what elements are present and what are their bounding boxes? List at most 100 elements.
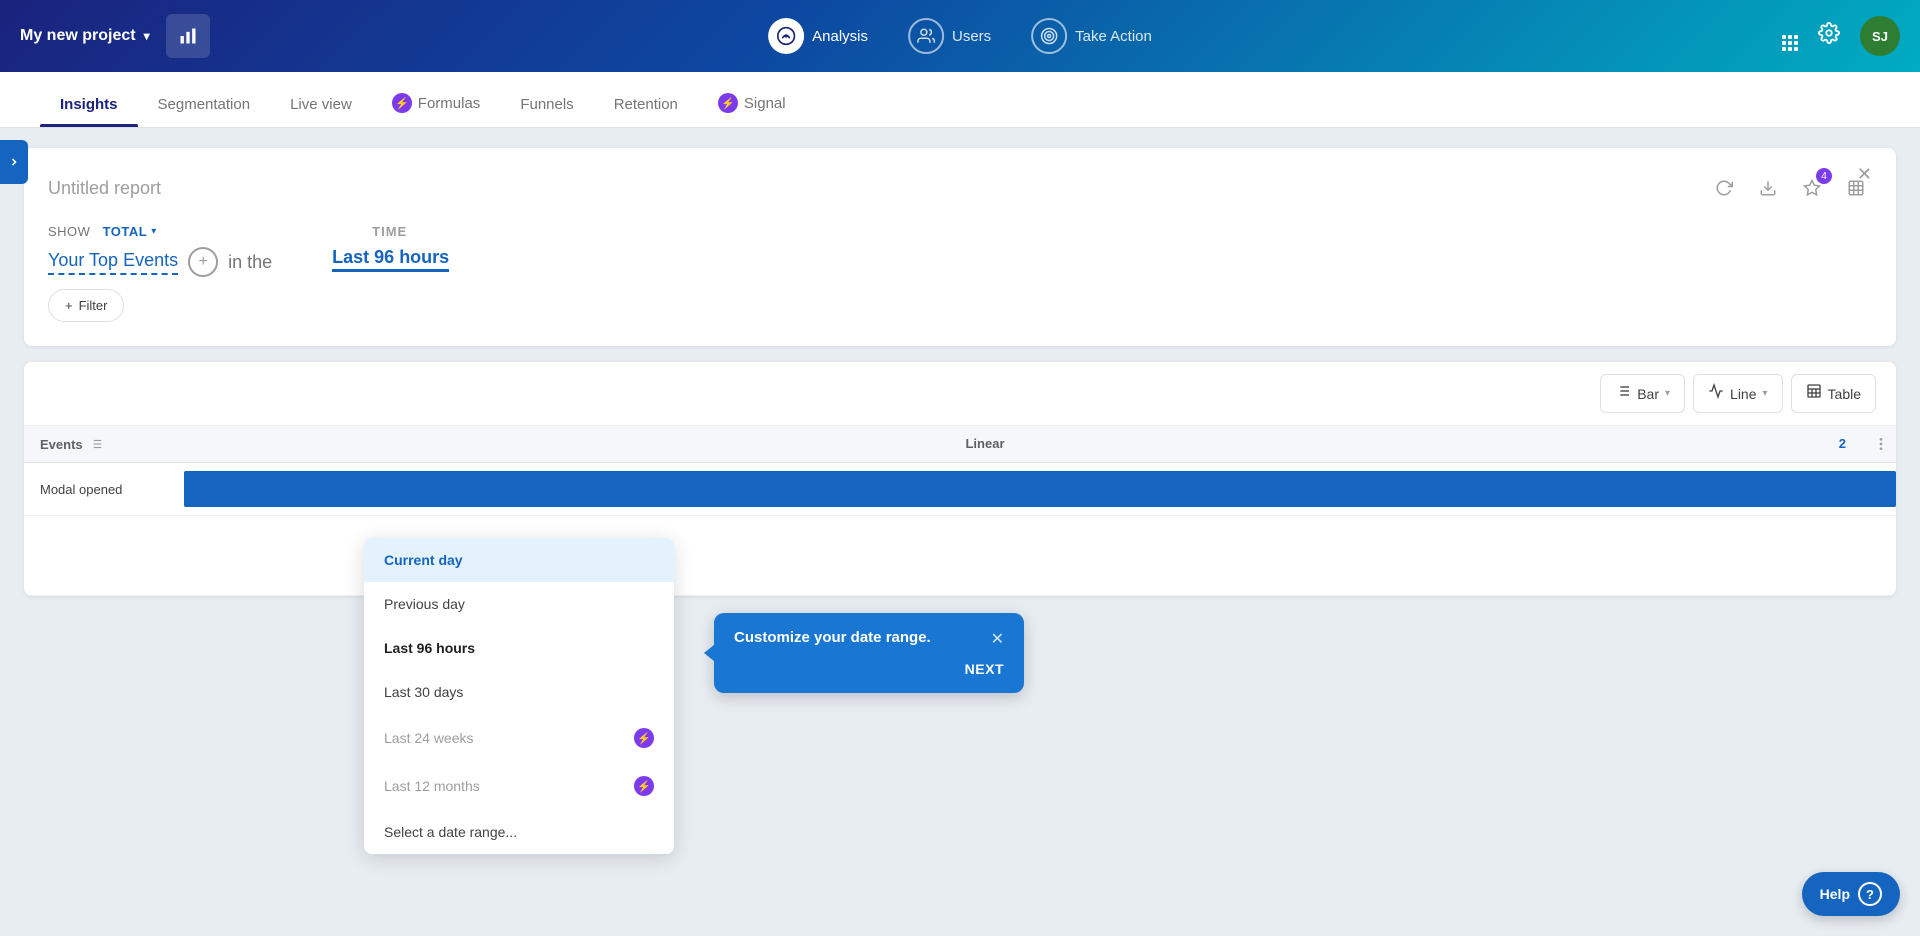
tooltip-header: Customize your date range. ✕ [734, 629, 1004, 649]
nav-analysis[interactable]: Analysis [768, 18, 868, 54]
users-label: Users [952, 28, 991, 45]
filter-button[interactable]: + Filter [48, 289, 124, 322]
tooltip-next-button[interactable]: NEXT [734, 661, 1004, 677]
close-icon[interactable]: ✕ [1857, 164, 1872, 185]
tab-retention[interactable]: Retention [594, 82, 698, 127]
events-label[interactable]: Your Top Events [48, 250, 178, 275]
time-dropdown: Current day Previous day Last 96 hours L… [364, 538, 674, 854]
sidebar-toggle[interactable] [0, 140, 28, 184]
dropdown-item-current-day[interactable]: Current day [364, 538, 674, 582]
line-chevron-icon: ▾ [1763, 388, 1768, 399]
sort-icon[interactable] [89, 437, 103, 451]
analytics-icon-box[interactable] [166, 14, 210, 58]
refresh-icon[interactable] [1708, 172, 1740, 204]
nav-right: SJ [1782, 16, 1900, 56]
report-card: Untitled report 4 [24, 148, 1896, 346]
help-label: Help [1820, 886, 1850, 902]
tooltip-close-icon[interactable]: ✕ [991, 629, 1004, 649]
more-options-icon[interactable] [1866, 436, 1896, 452]
number-column-header: 2 [1786, 436, 1866, 452]
show-label: SHOW [48, 224, 90, 239]
help-circle-icon: ? [1858, 882, 1882, 906]
analysis-label: Analysis [812, 28, 868, 45]
sub-nav: Insights Segmentation Live view ⚡ Formul… [0, 72, 1920, 128]
in-the-label: in the [228, 252, 272, 273]
dropdown-item-last-96-hours[interactable]: Last 96 hours [364, 626, 674, 670]
time-label: TIME [372, 224, 449, 239]
grid-apps-icon[interactable] [1782, 22, 1798, 51]
line-label: Line [1730, 386, 1756, 402]
chart-card: Bar ▾ Line ▾ [24, 362, 1896, 596]
table-row-empty [24, 516, 1896, 596]
events-selector: Your Top Events + in the [48, 247, 272, 277]
report-header: Untitled report 4 [48, 172, 1872, 204]
linear-column-header: Linear [184, 436, 1786, 452]
table-row: Modal opened [24, 463, 1896, 516]
bar-chart-button[interactable]: Bar ▾ [1600, 374, 1685, 413]
time-control: TIME Last 96 hours [332, 224, 449, 268]
nav-center: Analysis Users Take Action [768, 18, 1152, 54]
add-event-button[interactable]: + [188, 247, 218, 277]
analysis-icon [776, 26, 796, 46]
report-title: Untitled report [48, 178, 161, 199]
bar-label: Bar [1637, 386, 1659, 402]
dropdown-item-last-24-weeks[interactable]: Last 24 weeks ⚡ [364, 714, 674, 762]
formulas-bolt-icon: ⚡ [392, 93, 412, 113]
total-label: TOTAL [103, 224, 148, 239]
project-name-label: My new project [20, 27, 136, 45]
tab-segmentation[interactable]: Segmentation [138, 82, 271, 127]
table-icon [1806, 383, 1822, 404]
controls-row: SHOW TOTAL ▾ Your Top Events + in the TI… [48, 224, 1872, 277]
filter-label: Filter [79, 298, 108, 313]
signal-bolt-icon: ⚡ [718, 93, 738, 113]
chart-toolbar: Bar ▾ Line ▾ [24, 362, 1896, 426]
tooltip-card: Customize your date range. ✕ NEXT [714, 613, 1024, 693]
project-chevron-icon: ▾ [144, 29, 150, 43]
bookmark-icon[interactable]: 4 [1796, 172, 1828, 204]
table-button[interactable]: Table [1791, 374, 1876, 413]
tooltip-title: Customize your date range. [734, 629, 931, 646]
target-icon [1040, 27, 1058, 45]
dropdown-item-last-12-months[interactable]: Last 12 months ⚡ [364, 762, 674, 810]
bar-icon [1615, 383, 1631, 404]
line-icon [1708, 383, 1724, 404]
download-icon[interactable] [1752, 172, 1784, 204]
tab-funnels[interactable]: Funnels [500, 82, 593, 127]
data-bar [184, 471, 1896, 507]
report-actions: 4 [1708, 172, 1872, 204]
total-chevron-icon: ▾ [151, 226, 157, 237]
take-action-icon-ring [1031, 18, 1067, 54]
last-24-weeks-bolt-icon: ⚡ [634, 728, 654, 748]
analysis-icon-circle [768, 18, 804, 54]
tab-signal[interactable]: ⚡ Signal [698, 79, 806, 127]
line-chart-button[interactable]: Line ▾ [1693, 374, 1783, 413]
bar-chevron-icon: ▾ [1665, 388, 1670, 399]
dropdown-item-select-date[interactable]: Select a date range... [364, 810, 674, 854]
event-name: Modal opened [24, 470, 184, 509]
help-button[interactable]: Help ? [1802, 872, 1900, 916]
dropdown-item-previous-day[interactable]: Previous day [364, 582, 674, 626]
dropdown-item-last-30-days[interactable]: Last 30 days [364, 670, 674, 714]
bar-chart-icon [178, 26, 198, 46]
users-icon-ring [908, 18, 944, 54]
show-total-control[interactable]: SHOW TOTAL ▾ [48, 224, 272, 239]
last-12-months-bolt-icon: ⚡ [634, 776, 654, 796]
nav-take-action[interactable]: Take Action [1031, 18, 1152, 54]
top-nav: My new project ▾ Analysis [0, 0, 1920, 72]
tab-formulas[interactable]: ⚡ Formulas [372, 79, 501, 127]
user-avatar[interactable]: SJ [1860, 16, 1900, 56]
users-icon [917, 27, 935, 45]
tab-insights[interactable]: Insights [40, 82, 138, 127]
project-title[interactable]: My new project ▾ [20, 27, 150, 45]
table-label: Table [1828, 386, 1861, 402]
tab-live-view[interactable]: Live view [270, 82, 372, 127]
settings-icon[interactable] [1818, 22, 1840, 50]
filter-plus-icon: + [65, 298, 73, 313]
main-content: Untitled report 4 [0, 128, 1920, 936]
chart-table-header: Events Linear 2 [24, 426, 1896, 463]
bar-area [184, 463, 1896, 515]
time-selector[interactable]: Last 96 hours [332, 247, 449, 272]
nav-users[interactable]: Users [908, 18, 991, 54]
take-action-label: Take Action [1075, 28, 1152, 45]
events-column-header: Events [24, 436, 184, 452]
